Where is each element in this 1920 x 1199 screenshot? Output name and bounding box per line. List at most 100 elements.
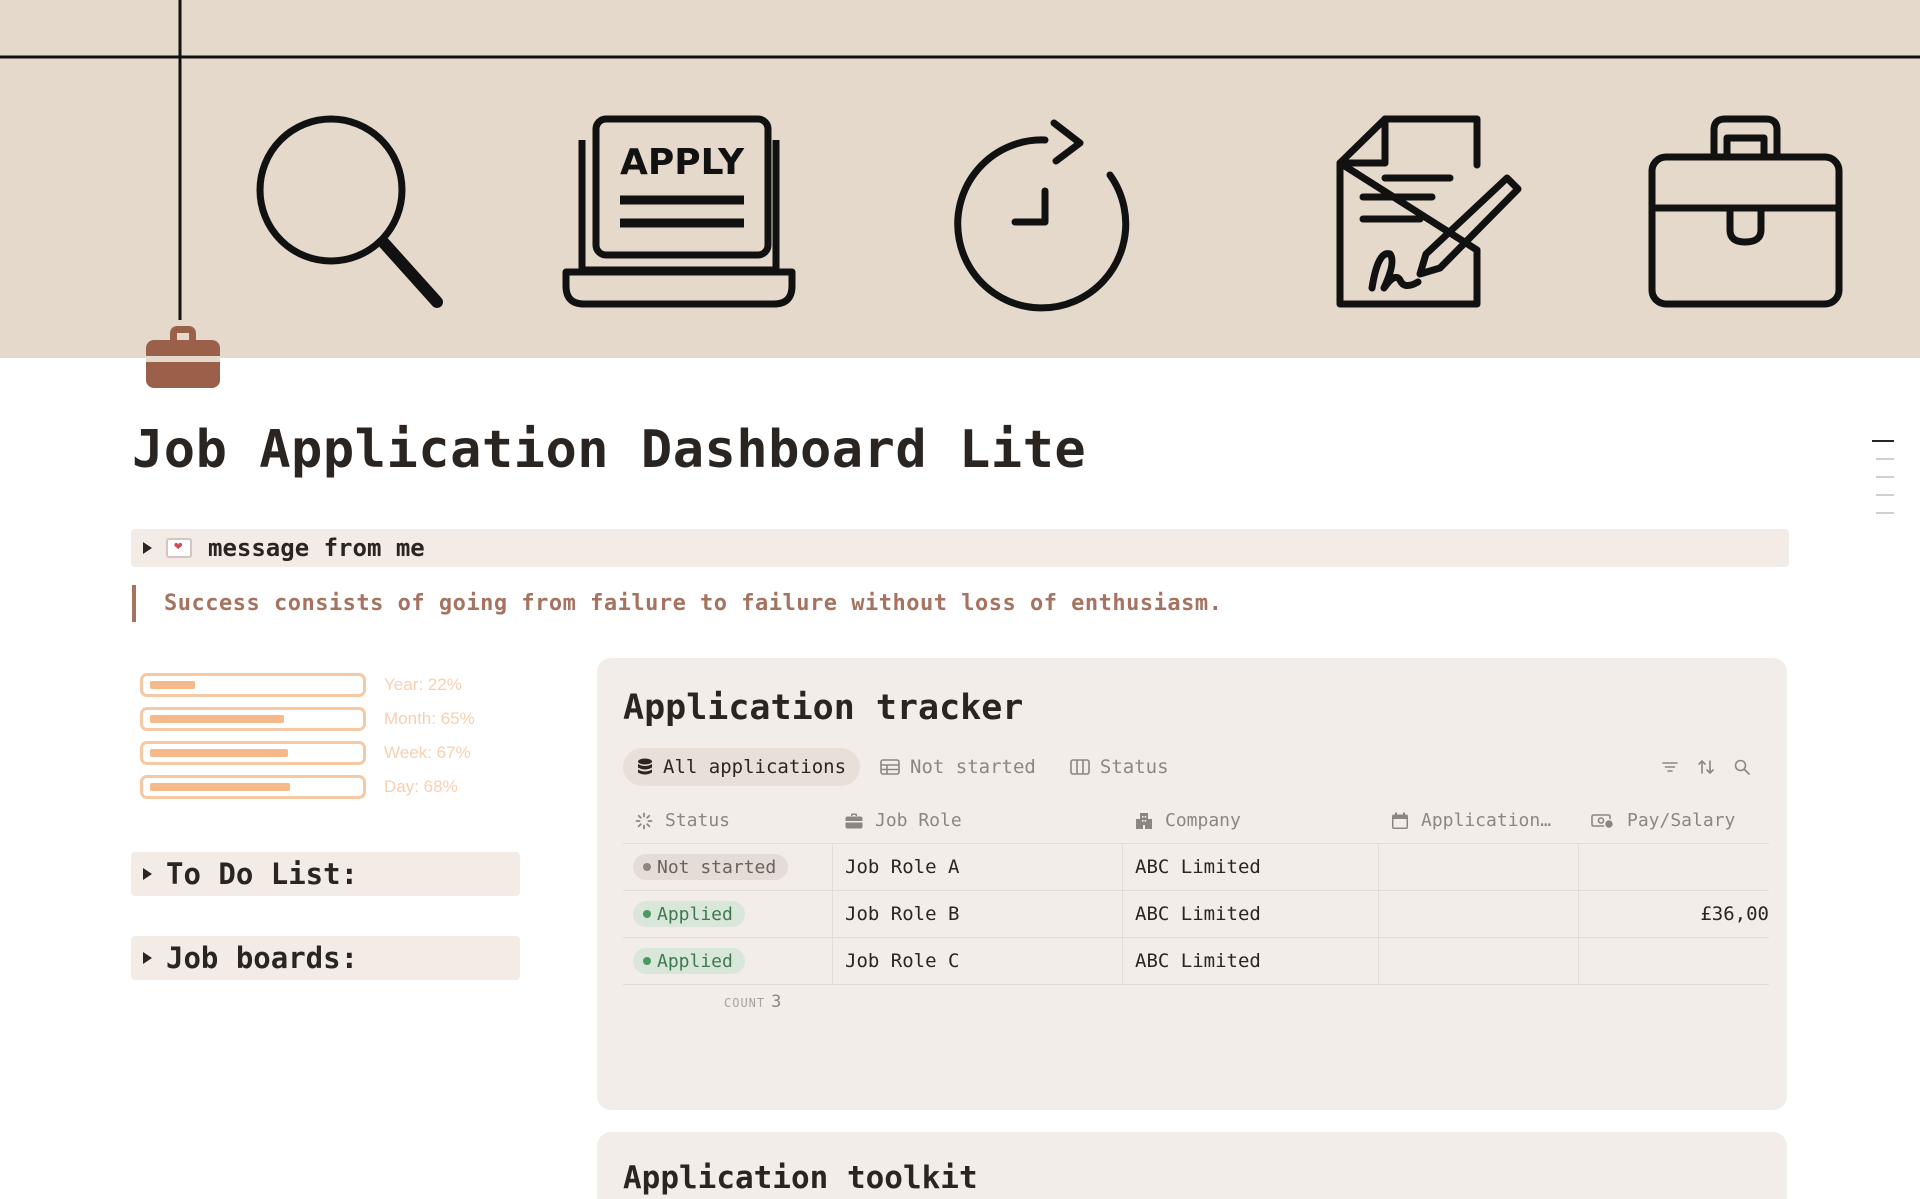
column-header-label: Status <box>665 810 731 831</box>
progress-fill <box>150 783 291 791</box>
filter-icon[interactable] <box>1661 758 1679 776</box>
count-label: COUNT <box>724 996 766 1010</box>
company-cell[interactable]: ABC Limited <box>1123 938 1379 984</box>
table-row[interactable]: Applied Job Role C ABC Limited <box>623 938 1769 985</box>
view-tab-status[interactable]: Status <box>1056 748 1183 786</box>
toggle-arrow-icon[interactable] <box>143 868 152 880</box>
job-role-cell[interactable]: Job Role A <box>833 844 1123 890</box>
progress-bar <box>140 775 366 799</box>
toc-item[interactable] <box>1876 458 1894 460</box>
money-icon <box>1591 812 1615 830</box>
status-icon <box>635 812 653 830</box>
status-badge[interactable]: Applied <box>633 948 745 974</box>
applications-table: Status Job Role Company Application… Pay… <box>623 798 1769 985</box>
progress-label: Year: 22% <box>384 675 462 694</box>
tracker-title: Application tracker <box>623 688 1024 728</box>
progress-fill <box>150 749 289 757</box>
status-badge-label: Not started <box>657 856 777 878</box>
toggle-arrow-icon[interactable] <box>143 542 152 554</box>
table-row[interactable]: Applied Job Role B ABC Limited £36,00 <box>623 891 1769 938</box>
view-tab-all-applications[interactable]: All applications <box>623 748 861 786</box>
column-header-label: Pay/Salary <box>1627 810 1736 831</box>
table-of-contents[interactable] <box>1872 440 1894 530</box>
toc-item[interactable] <box>1876 476 1894 478</box>
view-tabs: All applications Not started Status <box>623 748 1189 786</box>
todo-list-toggle[interactable]: To Do List: <box>131 852 520 896</box>
view-tab-label: Status <box>1099 756 1169 778</box>
search-icon <box>256 115 443 308</box>
column-header-application-date[interactable]: Application… <box>1379 798 1579 843</box>
column-header-company[interactable]: Company <box>1123 798 1379 843</box>
column-header-job-role[interactable]: Job Role <box>833 798 1123 843</box>
job-role-cell[interactable]: Job Role B <box>833 891 1123 937</box>
pay-salary-cell[interactable]: £36,00 <box>1579 891 1769 937</box>
board-icon <box>1070 759 1090 775</box>
column-header-label: Job Role <box>875 810 962 831</box>
column-header-status[interactable]: Status <box>623 798 833 843</box>
column-header-label: Application… <box>1421 810 1552 831</box>
job-boards-toggle[interactable]: Job boards: <box>131 936 520 980</box>
search-icon[interactable] <box>1733 758 1751 776</box>
count-value: 3 <box>771 992 782 1012</box>
love-letter-icon <box>166 538 192 558</box>
column-header-pay-salary[interactable]: Pay/Salary <box>1579 798 1769 843</box>
status-cell[interactable]: Not started <box>623 844 833 890</box>
sort-icon[interactable] <box>1697 758 1715 776</box>
page-title: Job Application Dashboard Lite <box>132 420 1087 480</box>
pay-salary-cell[interactable] <box>1579 844 1769 890</box>
application-date-cell[interactable] <box>1379 938 1579 984</box>
toc-item-active[interactable] <box>1872 440 1894 442</box>
progress-year: Year: 22% <box>140 668 475 702</box>
view-tab-label: Not started <box>910 756 1036 778</box>
todo-list-label: To Do List: <box>166 857 359 891</box>
application-toolkit-card: Application toolkit <box>597 1132 1787 1199</box>
progress-fill <box>150 715 284 723</box>
application-date-cell[interactable] <box>1379 891 1579 937</box>
company-cell[interactable]: ABC Limited <box>1123 891 1379 937</box>
progress-widget: Year: 22% Month: 65% Week: 67% Day: 68% <box>140 668 475 804</box>
view-tab-not-started[interactable]: Not started <box>866 748 1050 786</box>
status-badge[interactable]: Applied <box>633 901 745 927</box>
status-badge-label: Applied <box>657 950 733 972</box>
view-toolbar <box>1661 758 1751 776</box>
application-tracker-card: Application tracker All applications Not… <box>597 658 1787 1110</box>
job-boards-label: Job boards: <box>166 941 359 975</box>
toc-item[interactable] <box>1876 494 1894 496</box>
message-toggle-label: message from me <box>208 534 425 562</box>
svg-text:APPLY: APPLY <box>620 142 745 183</box>
clock-refresh-icon <box>954 119 1130 312</box>
status-badge[interactable]: Not started <box>633 854 789 880</box>
quote-block: Success consists of going from failure t… <box>132 585 1222 622</box>
signed-contract-icon <box>1336 115 1522 308</box>
apply-laptop-icon: APPLY <box>562 115 796 308</box>
progress-label: Day: 68% <box>384 777 458 796</box>
database-icon <box>637 758 653 776</box>
job-role-cell[interactable]: Job Role C <box>833 938 1123 984</box>
company-cell[interactable]: ABC Limited <box>1123 844 1379 890</box>
status-dot <box>643 957 651 965</box>
progress-fill <box>150 681 196 689</box>
briefcase-icon <box>146 326 220 388</box>
toolkit-title: Application toolkit <box>623 1160 978 1196</box>
status-badge-label: Applied <box>657 903 733 925</box>
status-dot <box>643 863 651 871</box>
pay-salary-cell[interactable] <box>1579 938 1769 984</box>
column-header-label: Company <box>1165 810 1241 831</box>
row-count[interactable]: COUNT 3 <box>724 992 781 1012</box>
cover-illustration: APPLY <box>0 0 1920 320</box>
table-row[interactable]: Not started Job Role A ABC Limited <box>623 844 1769 891</box>
status-cell[interactable]: Applied <box>623 891 833 937</box>
status-cell[interactable]: Applied <box>623 938 833 984</box>
quote-text: Success consists of going from failure t… <box>164 591 1223 616</box>
page-icon[interactable] <box>143 314 223 394</box>
toggle-arrow-icon[interactable] <box>143 952 152 964</box>
progress-bar <box>140 673 366 697</box>
application-date-cell[interactable] <box>1379 844 1579 890</box>
building-icon <box>1135 812 1153 830</box>
table-icon <box>880 759 900 775</box>
progress-label: Week: 67% <box>384 743 471 762</box>
progress-week: Week: 67% <box>140 736 475 770</box>
progress-bar <box>140 707 366 731</box>
toc-item[interactable] <box>1876 512 1894 514</box>
message-toggle[interactable]: message from me <box>131 529 1789 567</box>
